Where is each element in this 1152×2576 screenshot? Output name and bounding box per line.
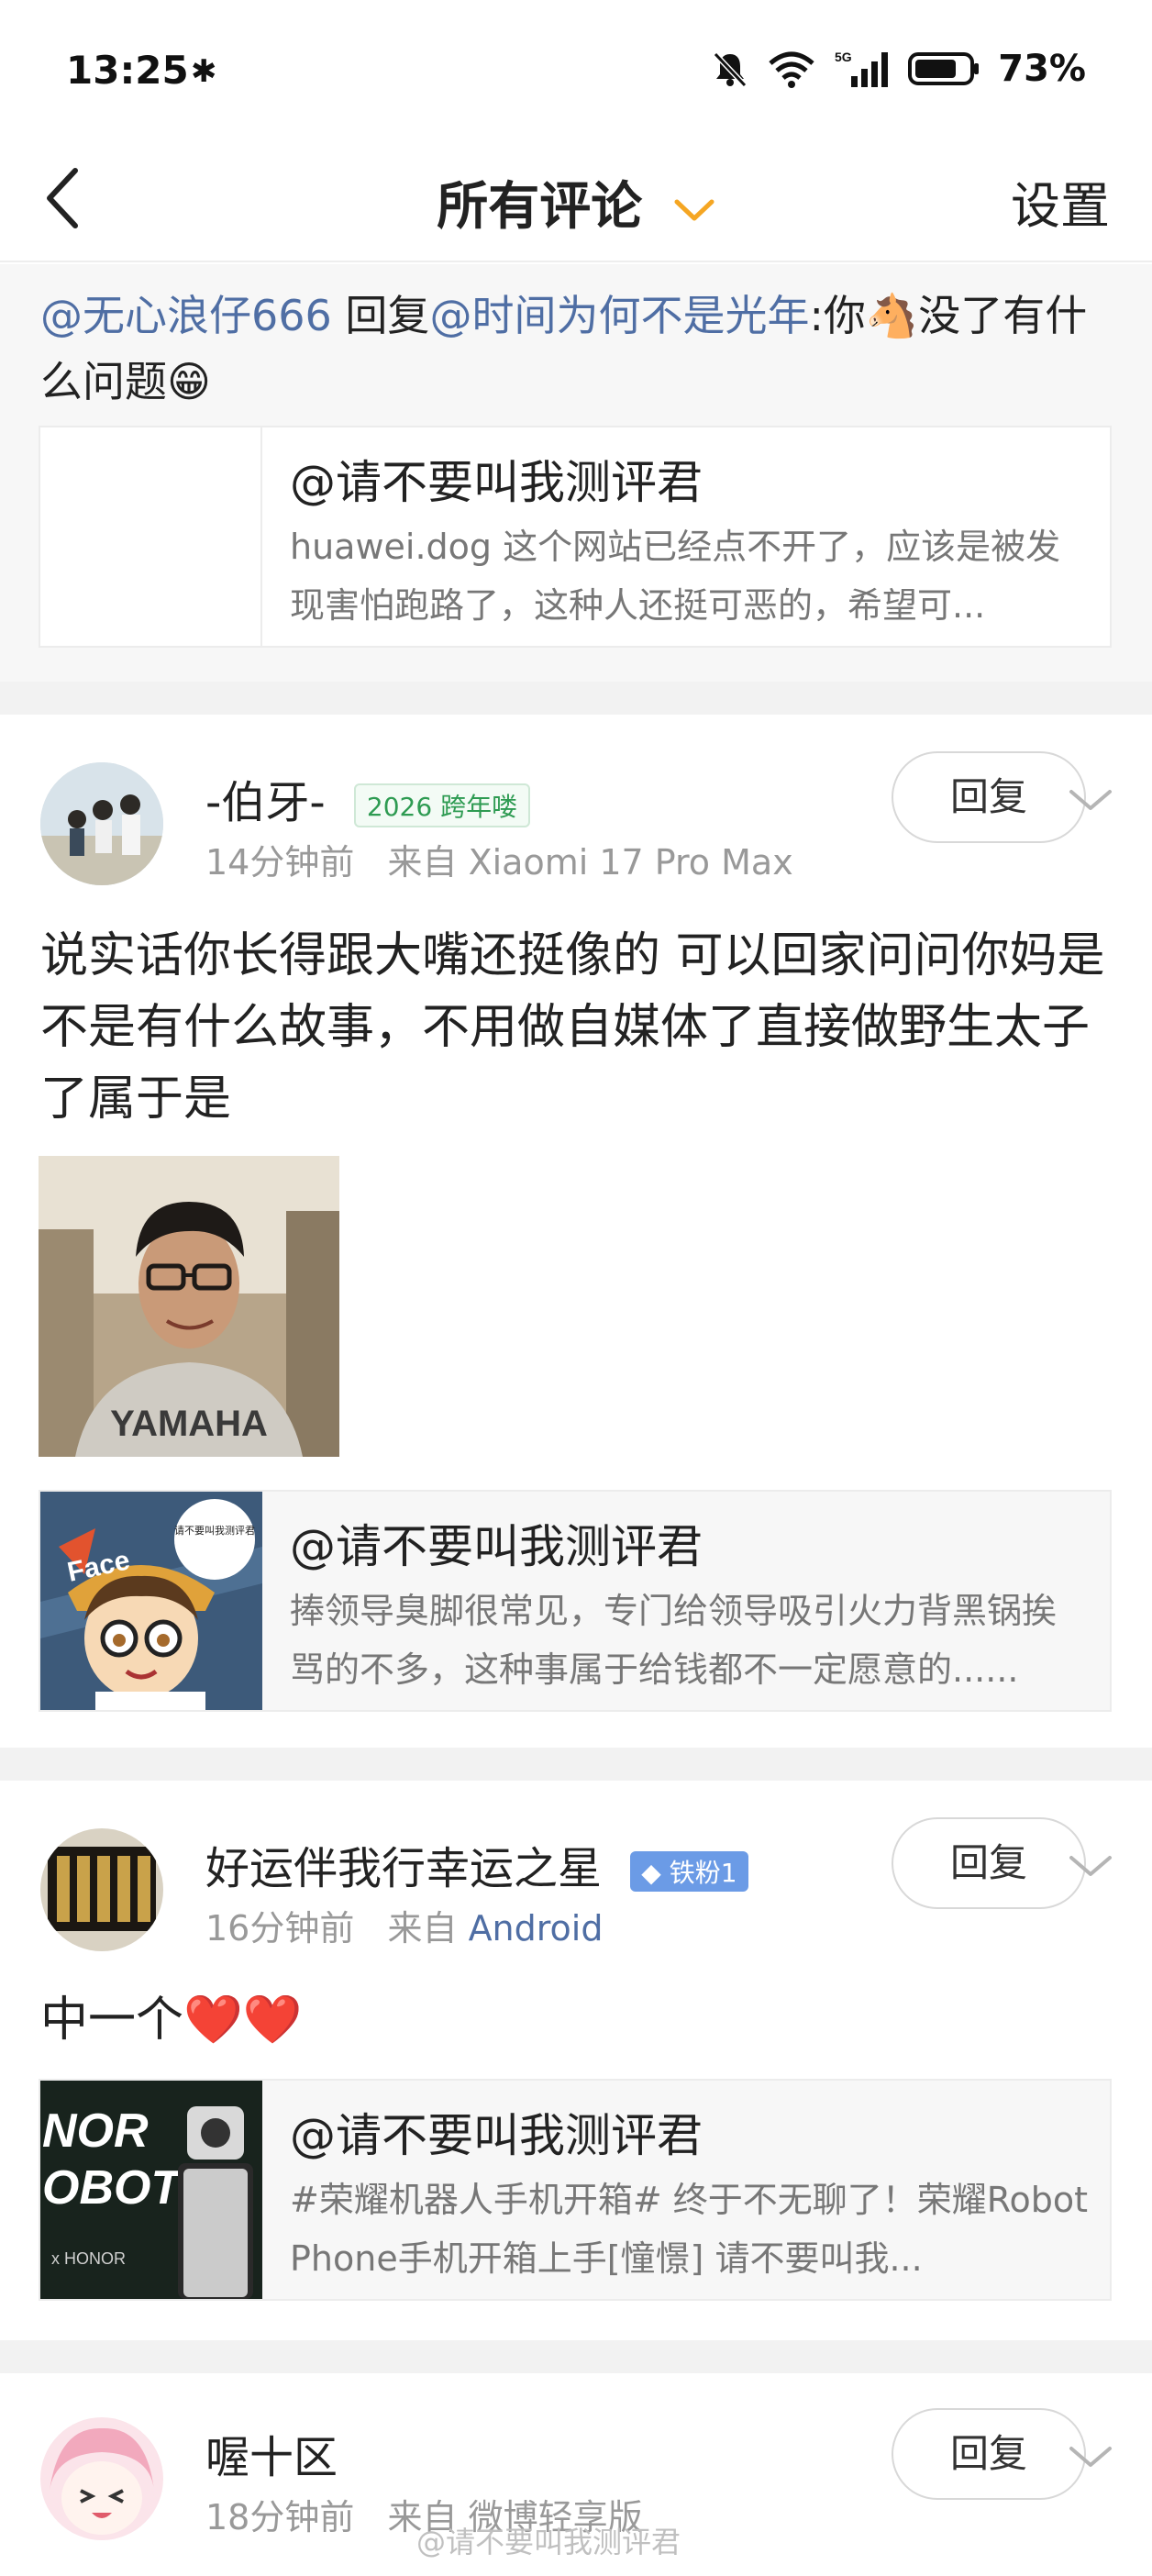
reply-word: 回复 [331, 291, 430, 340]
card-title: @请不要叫我测评君 [290, 456, 703, 509]
comment-meta: 14分钟前 来自 Xiaomi 17 Pro Max [205, 834, 793, 884]
source-prefix: 来自 [387, 1908, 458, 1949]
status-bar: 13:25 ✱ 5G 73% [0, 0, 1152, 138]
avatar[interactable] [40, 2417, 163, 2540]
reply-button[interactable]: 回复 [892, 751, 1086, 843]
username-label: -伯牙- [205, 777, 326, 828]
svg-text:NOR: NOR [42, 2104, 149, 2158]
avatar-image [40, 2417, 163, 2540]
chevron-down-icon[interactable] [1068, 1852, 1113, 1880]
avatar-image [40, 762, 163, 885]
page-title[interactable]: 所有评论 [0, 165, 1152, 239]
card-description: #荣耀机器人手机开箱# 终于不无聊了！荣耀Robot Phone手机开箱上手[憧… [290, 2180, 1088, 2279]
section-divider [0, 682, 1152, 715]
card-thumbnail-image: Face 请不要叫我测评君 [40, 1492, 262, 1710]
chevron-down-icon [674, 199, 714, 221]
wifi-icon [769, 51, 814, 88]
comment-item: 好运伴我行幸运之星 ◆ 铁粉1 16分钟前 来自 Android 回复 中一个❤… [0, 1781, 1152, 2331]
quoted-post-card[interactable]: @请不要叫我测评君 huawei.dog 这个网站已经点不开了，应该是被发现害怕… [39, 426, 1112, 648]
card-thumbnail: Face 请不要叫我测评君 [40, 1492, 262, 1710]
status-badge: ◆ 铁粉1 [630, 1851, 748, 1892]
reply-user-link[interactable]: @无心浪仔666 [40, 291, 332, 340]
comment-username[interactable]: 好运伴我行幸运之星 ◆ 铁粉1 [205, 1832, 748, 1896]
status-badge: 2026 跨年喽 [353, 783, 531, 827]
photo-shirt-text: YAMAHA [110, 1404, 268, 1444]
chevron-down-icon[interactable] [1068, 2443, 1113, 2471]
comment-content: 中一个❤️❤️ [40, 1993, 303, 2048]
thumb-brand-text: x HONOR [51, 2249, 126, 2268]
photo-image: YAMAHA [39, 1156, 339, 1457]
reply-block: @无心浪仔666 回复@时间为何不是光年:你🐴没了有什么问题😁 @请不要叫我测评… [0, 264, 1152, 682]
battery-percent: 73% [998, 48, 1086, 90]
card-thumbnail [40, 427, 262, 646]
reply-text: @无心浪仔666 回复@时间为何不是光年:你🐴没了有什么问题😁 [40, 283, 1113, 415]
mute-icon [714, 51, 748, 88]
status-time: 13:25 [66, 48, 189, 93]
chevron-down-icon[interactable] [1068, 786, 1113, 814]
section-divider [0, 1748, 1152, 1781]
comment-content: 说实话你长得跟大嘴还挺像的 可以回家问问你妈是不是有什么故事，不用做自媒体了直接… [40, 928, 1105, 1127]
avatar-image [40, 1828, 163, 1951]
badge-label: 铁粉1 [669, 1858, 737, 1888]
comment-username[interactable]: -伯牙- 2026 跨年喽 [205, 766, 531, 830]
card-description: huawei.dog 这个网站已经点不开了，应该是被发现害怕跑路了，这种人还挺可… [290, 527, 1061, 626]
reply-target-link[interactable]: @时间为何不是光年 [429, 291, 809, 340]
comment-source: Xiaomi 17 Pro Max [468, 842, 793, 883]
avatar[interactable] [40, 1828, 163, 1951]
card-thumbnail: NOR OBOT x HONOR [40, 2081, 262, 2299]
card-thumbnail-image: NOR OBOT x HONOR [40, 2081, 262, 2299]
battery-icon [908, 52, 980, 85]
section-divider [0, 2340, 1152, 2373]
network-label: 5G [835, 50, 852, 64]
comment-item: -伯牙- 2026 跨年喽 14分钟前 来自 Xiaomi 17 Pro Max… [0, 715, 1152, 1715]
svg-text:OBOT: OBOT [42, 2161, 183, 2215]
comment-username[interactable]: 喔十区 [205, 2421, 338, 2485]
comment-time: 14分钟前 [205, 842, 355, 883]
comment-time: 16分钟前 [205, 1908, 355, 1949]
avatar[interactable] [40, 762, 163, 885]
card-description: 捧领导臭脚很常见，专门给领导吸引火力背黑锅挨骂的不多，这种事属于给钱都不一定愿意… [290, 1591, 1058, 1690]
comment-source[interactable]: Android [469, 1908, 604, 1949]
signal-icon: 5G [835, 50, 889, 87]
source-prefix: 来自 [387, 842, 458, 883]
bluetooth-icon: ✱ [191, 53, 217, 90]
comment-photo[interactable]: YAMAHA [39, 1156, 339, 1457]
nav-bar: 所有评论 设置 [0, 138, 1152, 262]
username-label: 喔十区 [205, 2432, 338, 2483]
comment-meta: 16分钟前 来自 Android [205, 1900, 603, 1950]
status-icons: 5G 73% [710, 48, 1086, 90]
comment-time: 18分钟前 [205, 2497, 355, 2537]
thumb-bubble-text: 请不要叫我测评君 [174, 1525, 255, 1537]
settings-button[interactable]: 设置 [1011, 165, 1110, 238]
card-title: @请不要叫我测评君 [290, 2109, 703, 2162]
reply-button[interactable]: 回复 [892, 2408, 1086, 2500]
card-title: @请不要叫我测评君 [290, 1520, 703, 1573]
quoted-post-card[interactable]: NOR OBOT x HONOR @请不要叫我测评君 #荣耀机器人手机开箱# 终… [39, 2079, 1112, 2301]
quoted-post-card[interactable]: Face 请不要叫我测评君 @请不要叫我测评君 捧领导臭脚很常见，专门给领导吸引… [39, 1490, 1112, 1712]
watermark: @请不要叫我测评君 [416, 2525, 681, 2559]
username-label: 好运伴我行幸运之星 [205, 1843, 603, 1894]
page-title-label: 所有评论 [437, 177, 643, 237]
reply-button[interactable]: 回复 [892, 1817, 1086, 1909]
